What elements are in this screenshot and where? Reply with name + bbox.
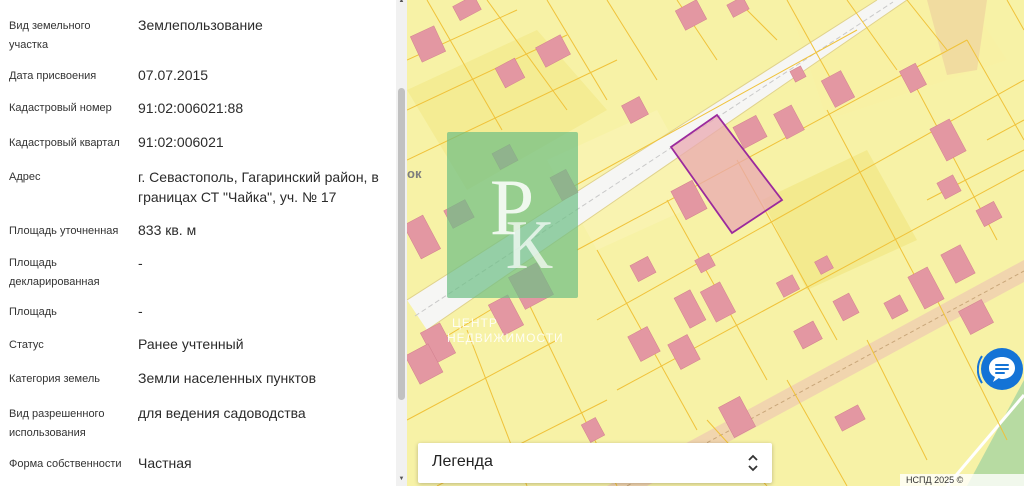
watermark-logo: Р К xyxy=(447,132,578,298)
map-copyright: НСПД 2025 © xyxy=(900,474,1024,486)
row-label: Вид земельного участка xyxy=(9,20,91,51)
chat-button[interactable] xyxy=(977,346,1024,393)
row-value: 91:02:006021 xyxy=(138,134,224,150)
row-value: Частная xyxy=(138,455,192,471)
watermark-line-1: ЦЕНТР xyxy=(452,316,498,330)
parcel xyxy=(762,150,917,290)
scroll-down-arrow-icon[interactable]: ▼ xyxy=(397,476,406,482)
panel-scrollbar-thumb[interactable] xyxy=(398,88,405,400)
row-label: Статус xyxy=(9,339,44,351)
row-label: Форма собственности xyxy=(9,458,122,470)
row-value: 91:02:006021:88 xyxy=(138,100,244,116)
row-value: Ранее учтенный xyxy=(138,336,244,352)
scroll-up-arrow-icon[interactable]: ▲ xyxy=(397,0,406,4)
svg-text:К: К xyxy=(506,207,553,284)
legend-dropdown[interactable]: Легенда xyxy=(418,443,772,483)
row-value: - xyxy=(138,255,143,271)
row-label: Категория земель xyxy=(9,373,100,385)
legend-label: Легенда xyxy=(432,453,493,470)
row-label: Площадь декларированная xyxy=(9,257,100,288)
row-label: Адрес xyxy=(9,171,41,183)
row-value: - xyxy=(138,303,143,319)
updown-chevron-icon xyxy=(748,454,758,472)
row-label: Площадь уточненная xyxy=(9,225,119,237)
row-value: Землепользование xyxy=(138,17,263,33)
row-value: 07.07.2015 xyxy=(138,67,209,83)
row-label: Вид разрешенного использования xyxy=(9,408,105,439)
watermark-line-2: НЕДВИЖИМОСТИ xyxy=(447,331,564,345)
map-canvas[interactable]: Р К xyxy=(407,0,1024,486)
row-value: для ведения садоводства xyxy=(138,405,306,421)
row-value: 833 кв. м xyxy=(138,222,197,238)
cadastral-map[interactable]: Р К ок ЦЕНТР НЕДВИЖИМОСТИ xyxy=(407,0,1024,486)
row-label: Кадастровый квартал xyxy=(9,137,120,149)
row-label: Кадастровый номер xyxy=(9,102,112,114)
row-value: Земли населенных пунктов xyxy=(138,370,317,386)
green-area xyxy=(967,380,1024,486)
info-panel: Вид земельного участка Землепользование … xyxy=(0,0,407,486)
row-value: г. Севастополь, Гагаринский район, в гра… xyxy=(138,169,379,205)
row-label: Площадь xyxy=(9,306,57,318)
street-label: ок xyxy=(407,166,422,181)
row-label: Дата присвоения xyxy=(9,70,97,82)
